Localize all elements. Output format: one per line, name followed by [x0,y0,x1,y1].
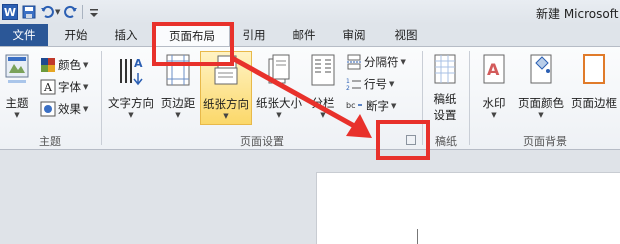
hyphenation-dropdown-icon: ▼ [391,102,397,110]
document-page[interactable] [316,172,620,244]
manuscript-settings-button[interactable]: 稿纸 设置 [426,51,464,125]
line-numbers-icon: 1 2 [346,78,361,92]
paper-size-dropdown-icon: ▼ [276,111,282,119]
page-borders-icon [583,54,605,84]
word-logo-icon[interactable]: W [2,4,18,20]
tab-view[interactable]: 视图 [388,24,424,46]
ribbon-panel: 主题 ▼ 颜色 ▼ A 字体 ▼ 效果 ▼ 主题 A 文字方向 ▼ 页边距 ▼ … [0,46,620,150]
theme-effects-label: 效果 [58,102,81,116]
margins-label: 页边距 [160,96,196,110]
manuscript-settings-label-line2: 设置 [433,108,457,122]
svg-text:A: A [43,81,53,94]
tab-mailings[interactable]: 邮件 [286,24,322,46]
group-label-page-background: 页面背景 [523,135,567,148]
columns-icon [311,54,335,86]
paper-size-icon [268,54,290,84]
hyphenation-button[interactable]: bc 断字 ▼ [346,96,396,116]
paper-size-button[interactable]: 纸张大小 ▼ [254,51,304,125]
breaks-button[interactable]: 分隔符 ▼ [346,52,406,72]
tab-insert[interactable]: 插入 [106,24,146,46]
paint-bucket-icon [530,54,552,84]
themes-label: 主题 [5,96,29,110]
themes-button[interactable]: 主题 ▼ [2,51,32,125]
orientation-dropdown-icon: ▼ [223,112,229,120]
columns-dropdown-icon: ▼ [320,111,326,119]
hyphenation-label: 断字 [366,99,389,113]
page-color-label: 页面颜色 [518,96,564,110]
text-direction-icon: A [120,57,143,86]
text-cursor [417,229,418,244]
group-label-manuscript: 稿纸 [435,135,457,148]
page-borders-label: 页面边框 [571,96,617,110]
quick-access-toolbar: W ▼ [2,3,101,21]
tab-references[interactable]: 引用 [236,24,272,46]
group-divider [469,51,470,145]
font-a-icon: A [40,79,56,95]
line-numbers-label: 行号 [364,77,387,91]
svg-text:1: 1 [346,78,350,85]
margins-dropdown-icon: ▼ [175,111,181,119]
columns-label: 分栏 [311,96,335,110]
annotation-box-page-layout-tab [152,22,234,66]
save-icon[interactable] [22,5,36,19]
tab-file[interactable]: 文件 [0,24,48,46]
watermark-button[interactable]: A 水印 ▼ [474,51,514,125]
color-palette-icon [41,58,55,72]
text-direction-dropdown-icon: ▼ [128,111,134,119]
columns-button[interactable]: 分栏 ▼ [306,51,340,125]
tab-home[interactable]: 开始 [56,24,96,46]
line-numbers-dropdown-icon: ▼ [389,80,395,88]
hyphenation-icon: bc [346,101,362,110]
theme-fonts-dropdown-icon: ▼ [83,83,89,91]
text-direction-button[interactable]: A 文字方向 ▼ [104,51,158,125]
ribbon-tab-bar: 文件 开始 插入 页面布局 引用 邮件 审阅 视图 [0,24,620,47]
theme-fonts-label: 字体 [58,80,81,94]
undo-dropdown-icon[interactable]: ▼ [55,8,60,16]
group-label-page-setup: 页面设置 [240,135,284,148]
page-color-button[interactable]: 页面颜色 ▼ [514,51,568,125]
theme-effects-dropdown-icon: ▼ [83,105,89,113]
themes-dropdown-icon: ▼ [14,111,20,119]
breaks-icon [347,54,361,70]
page-color-dropdown-icon: ▼ [538,111,544,119]
effects-circle-icon [40,101,56,117]
breaks-dropdown-icon: ▼ [400,58,406,66]
text-direction-label: 文字方向 [108,96,154,110]
line-numbers-button[interactable]: 1 2 行号 ▼ [346,74,394,94]
group-label-theme: 主题 [39,135,61,148]
orientation-label: 纸张方向 [203,97,249,111]
theme-fonts-button[interactable]: A 字体 ▼ [40,77,88,97]
watermark-label: 水印 [482,96,506,110]
theme-colors-label: 颜色 [58,58,81,72]
theme-colors-button[interactable]: 颜色 ▼ [40,55,88,75]
paper-size-label: 纸张大小 [256,96,302,110]
annotation-box-dialog-launcher [376,120,430,160]
page-borders-button[interactable]: 页面边框 [568,51,620,125]
breaks-label: 分隔符 [364,55,399,69]
redo-icon[interactable] [64,5,78,19]
title-bar: W ▼ 新建 Microsoft [0,0,620,24]
watermark-icon: A [483,54,505,84]
window-title: 新建 Microsoft [536,7,619,21]
tab-review[interactable]: 审阅 [336,24,372,46]
watermark-dropdown-icon: ▼ [491,111,497,119]
manuscript-settings-label-line1: 稿纸 [433,92,457,106]
svg-text:A: A [134,57,143,70]
qat-divider [82,5,84,19]
theme-effects-button[interactable]: 效果 ▼ [40,99,88,119]
undo-icon[interactable] [40,5,54,19]
svg-text:bc: bc [346,101,355,110]
group-divider [101,51,102,145]
themes-icon [5,54,29,83]
customize-qat-icon[interactable] [87,5,101,19]
theme-colors-dropdown-icon: ▼ [83,61,89,69]
manuscript-icon [434,54,456,84]
document-area[interactable] [0,150,620,244]
svg-text:2: 2 [346,85,350,92]
svg-text:A: A [487,60,500,79]
